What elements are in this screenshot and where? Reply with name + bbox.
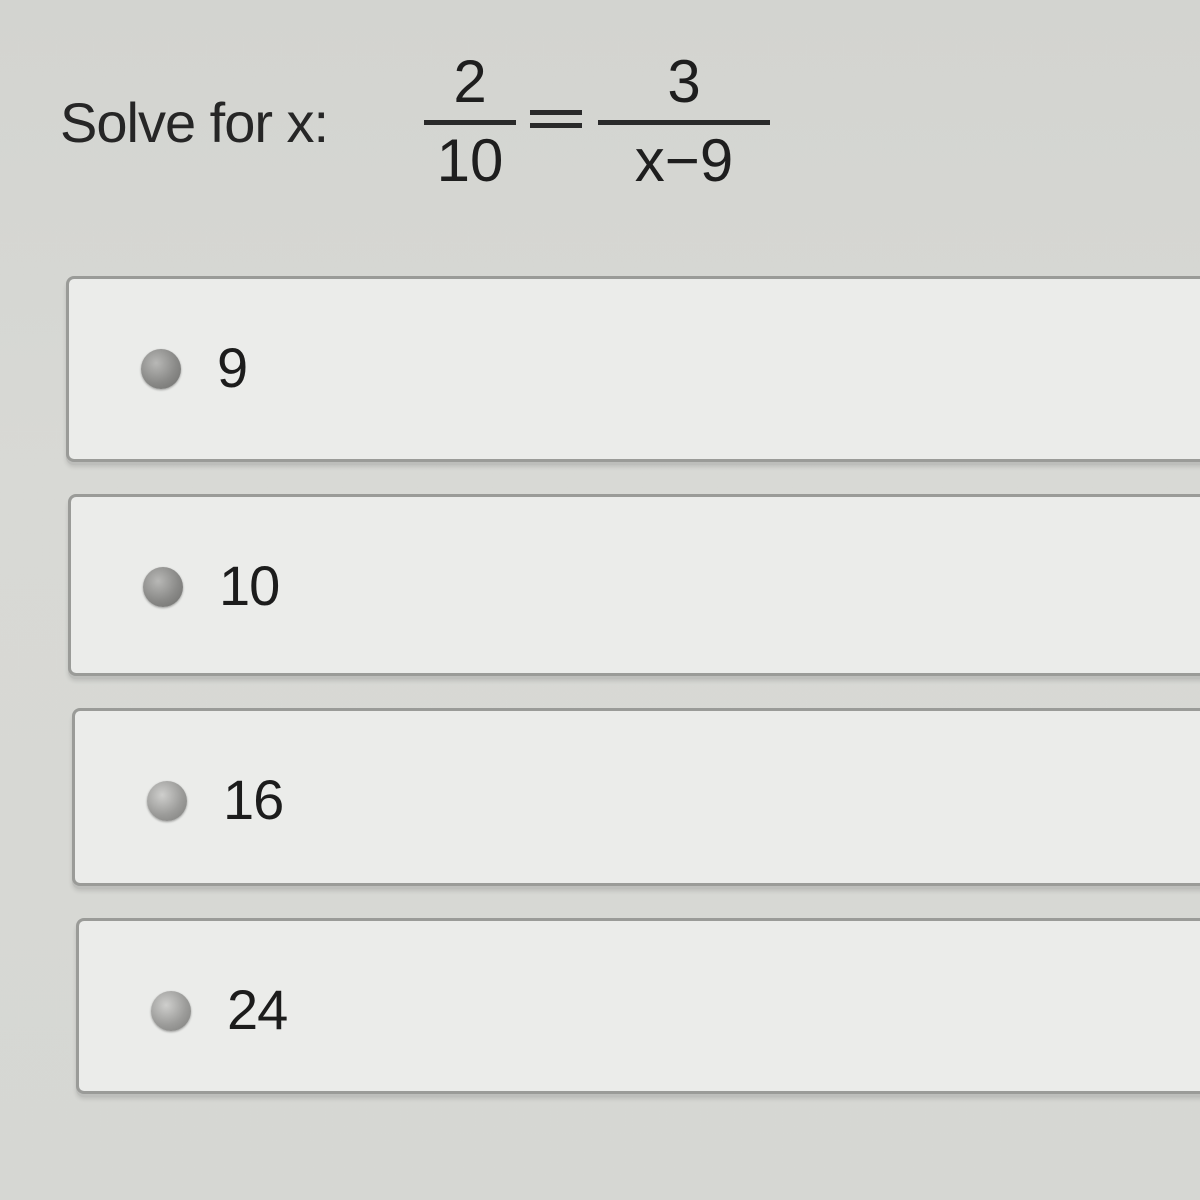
answer-label: 24	[227, 978, 288, 1041]
left-numerator: 2	[453, 48, 487, 115]
radio-button[interactable]	[151, 991, 191, 1031]
answer-label: 10	[219, 554, 280, 617]
left-fraction: 2 10	[424, 50, 516, 193]
right-fraction: 3 x−9	[598, 50, 770, 193]
answer-option-9[interactable]: 9	[66, 276, 1200, 462]
answer-option-10[interactable]: 10	[68, 494, 1200, 676]
answer-option-24[interactable]: 24	[76, 918, 1200, 1094]
question-label: Solve for x:	[60, 91, 329, 154]
fraction-bar	[598, 120, 770, 125]
answer-options: 9 10 16 24	[66, 276, 1200, 1126]
radio-button[interactable]	[141, 349, 181, 389]
radio-button[interactable]	[147, 781, 187, 821]
right-numerator: 3	[667, 48, 701, 115]
right-denominator: x−9	[634, 127, 734, 194]
answer-option-16[interactable]: 16	[72, 708, 1200, 886]
answer-label: 16	[223, 768, 284, 831]
equals-sign	[530, 110, 582, 136]
fraction-bar	[424, 120, 516, 125]
radio-button[interactable]	[143, 567, 183, 607]
left-denominator: 10	[436, 127, 504, 194]
answer-label: 9	[217, 336, 248, 399]
question-prompt: Solve for x: 2 10 3 x−9	[60, 50, 800, 230]
